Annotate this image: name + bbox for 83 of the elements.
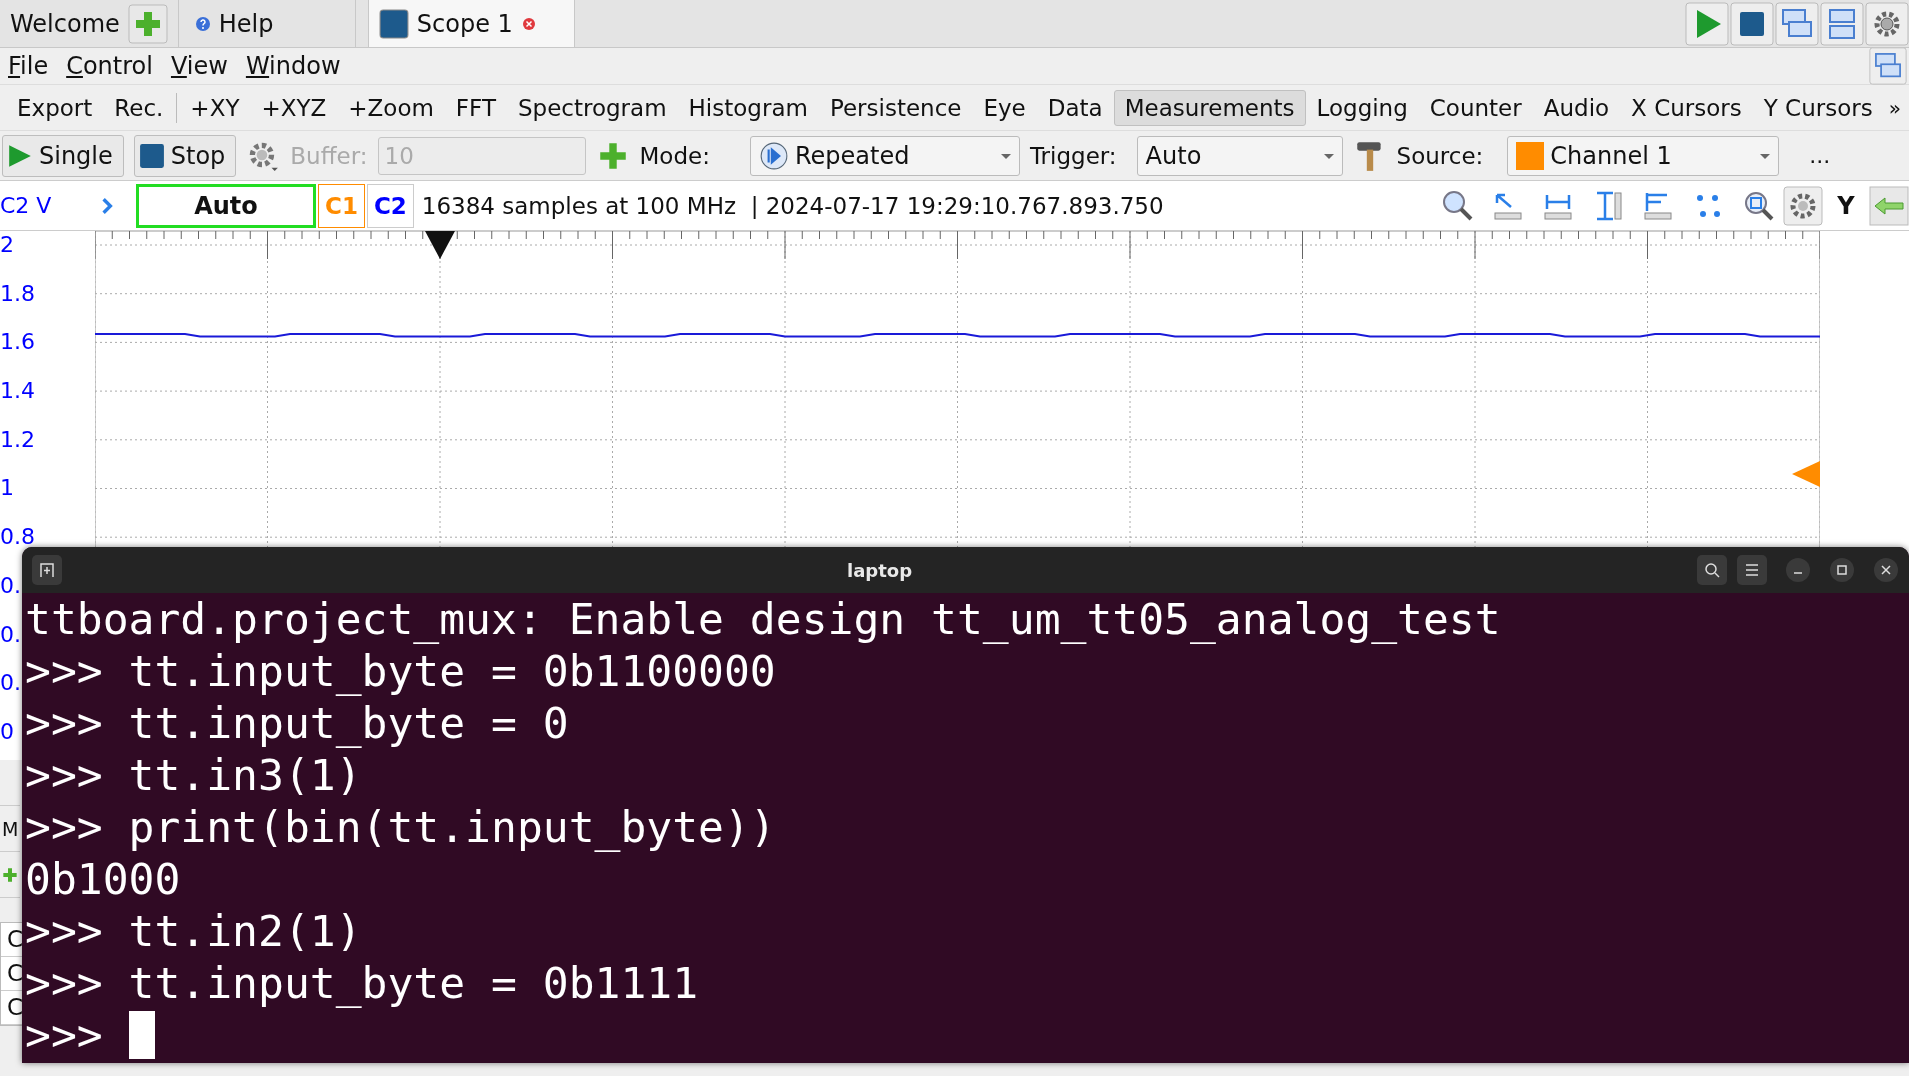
terminal-line: ttboard.project_mux: Enable design tt_um_tt05_analog_test <box>25 593 1502 645</box>
panel-label: M <box>0 806 20 852</box>
mode-label: Mode: <box>639 142 710 169</box>
stop-icon <box>138 142 165 169</box>
toolbar-button[interactable]: Persistence <box>818 89 973 126</box>
toolbar-button[interactable]: Logging <box>1305 89 1419 126</box>
trigger-label: Trigger: <box>1029 142 1117 169</box>
axis-tick-label: 1.8 <box>0 279 35 308</box>
toolbar-button[interactable]: FFT <box>444 89 507 126</box>
windows-icon[interactable] <box>1775 1 1819 46</box>
toolbar-button[interactable]: +XYZ <box>250 89 338 126</box>
menu-icon[interactable] <box>1737 555 1767 585</box>
stop-icon[interactable] <box>1730 1 1774 46</box>
source-dropdown[interactable]: Channel 1 <box>1507 135 1780 176</box>
terminal-line: 0b1000 <box>25 853 182 905</box>
acquisition-status: 16384 samples at 100 MHz | 2024-07-17 19:29:10.767.893.750 <box>421 192 1164 219</box>
axis-tick-label: 1 <box>0 474 14 503</box>
terminal-line: >>> print(bin(tt.input_byte)) <box>25 801 777 853</box>
menu-item[interactable]: Window <box>245 52 341 80</box>
toolbar-button[interactable]: Eye <box>972 89 1037 126</box>
maximize-icon[interactable] <box>1829 557 1855 583</box>
more-button[interactable]: ... <box>1809 143 1831 168</box>
trigger-dropdown[interactable]: Auto <box>1136 135 1343 176</box>
terminal-line: >>> tt.input_byte = 0 <box>25 697 570 749</box>
toolbar-button[interactable]: Measurements <box>1113 89 1306 126</box>
close-icon[interactable] <box>1873 557 1899 583</box>
channel-toggle[interactable]: C2 <box>366 183 414 228</box>
axis-tick-label: 1.2 <box>0 425 35 454</box>
toolbar-button[interactable]: X Cursors <box>1620 89 1753 126</box>
axis-label: C2 V <box>0 193 53 218</box>
scope-icon <box>378 8 409 39</box>
search-icon[interactable] <box>1697 555 1727 585</box>
toolbar-button[interactable]: Y Cursors <box>1752 89 1884 126</box>
axis-tick-label: 0. <box>0 669 21 698</box>
settings-icon[interactable] <box>1783 185 1823 226</box>
toolbar-button[interactable]: +XY <box>179 89 251 126</box>
split-icon[interactable] <box>1820 1 1864 46</box>
toolbar-button[interactable]: Histogram <box>677 89 819 126</box>
axis-tick-label: 1.6 <box>0 328 35 357</box>
single-button[interactable]: Single <box>2 134 124 177</box>
settings-icon[interactable] <box>1865 1 1909 46</box>
windows-icon[interactable] <box>1869 47 1907 85</box>
play-icon[interactable] <box>1685 1 1729 46</box>
toolbar-button[interactable]: Export <box>6 89 104 126</box>
trigger-level-marker[interactable] <box>1792 461 1820 487</box>
arrow-left-icon[interactable] <box>1869 185 1909 226</box>
chevron-icon[interactable] <box>100 196 114 215</box>
help-icon <box>194 15 211 32</box>
axis-tick-label: 0. <box>0 571 21 600</box>
menu-item[interactable]: File <box>8 52 49 80</box>
y-axis-button[interactable]: Y <box>1823 191 1869 220</box>
minimize-icon[interactable] <box>1785 557 1811 583</box>
terminal-line: >>> tt.in3(1) <box>25 749 363 801</box>
source-label: Source: <box>1396 142 1484 169</box>
trigger-status: Auto <box>136 183 316 228</box>
axis-tick-label: 0.8 <box>0 523 35 552</box>
text-cursor <box>128 1011 155 1059</box>
overflow-button[interactable]: » <box>1888 95 1909 120</box>
stop-button[interactable]: Stop <box>133 134 237 177</box>
toolbar-button[interactable]: Counter <box>1418 89 1533 126</box>
add-icon[interactable] <box>127 3 168 44</box>
terminal-line: >>> tt.input_byte = 0b1100000 <box>25 645 777 697</box>
mode-dropdown[interactable]: Repeated <box>749 135 1020 176</box>
buffer-label: Buffer: <box>290 142 368 169</box>
window-title: laptop <box>845 559 914 581</box>
axis-tick-label: 1.4 <box>0 377 35 406</box>
axis-tick-label: 0. <box>0 620 21 649</box>
zoom-icon[interactable] <box>1441 188 1475 223</box>
axis-tick-label: 0 <box>0 717 14 746</box>
color-swatch-icon <box>1516 141 1545 170</box>
tab[interactable]: Scope 1 <box>367 0 575 47</box>
repeat-icon <box>758 140 789 171</box>
new-tab-icon[interactable] <box>32 555 62 585</box>
add-icon[interactable] <box>2 866 18 883</box>
menu-item[interactable]: View <box>170 52 228 80</box>
play-icon <box>7 142 33 169</box>
axis-tick-label: 2 <box>0 231 14 259</box>
menu-item[interactable]: Control <box>66 52 153 80</box>
toolbar-button[interactable]: Audio <box>1532 89 1621 126</box>
toolbar-button[interactable]: Rec. <box>103 89 175 126</box>
toolbar-button[interactable]: +Zoom <box>337 89 445 126</box>
toolbar-button[interactable]: Spectrogram <box>506 89 678 126</box>
toolbar-button[interactable]: Data <box>1036 89 1114 126</box>
